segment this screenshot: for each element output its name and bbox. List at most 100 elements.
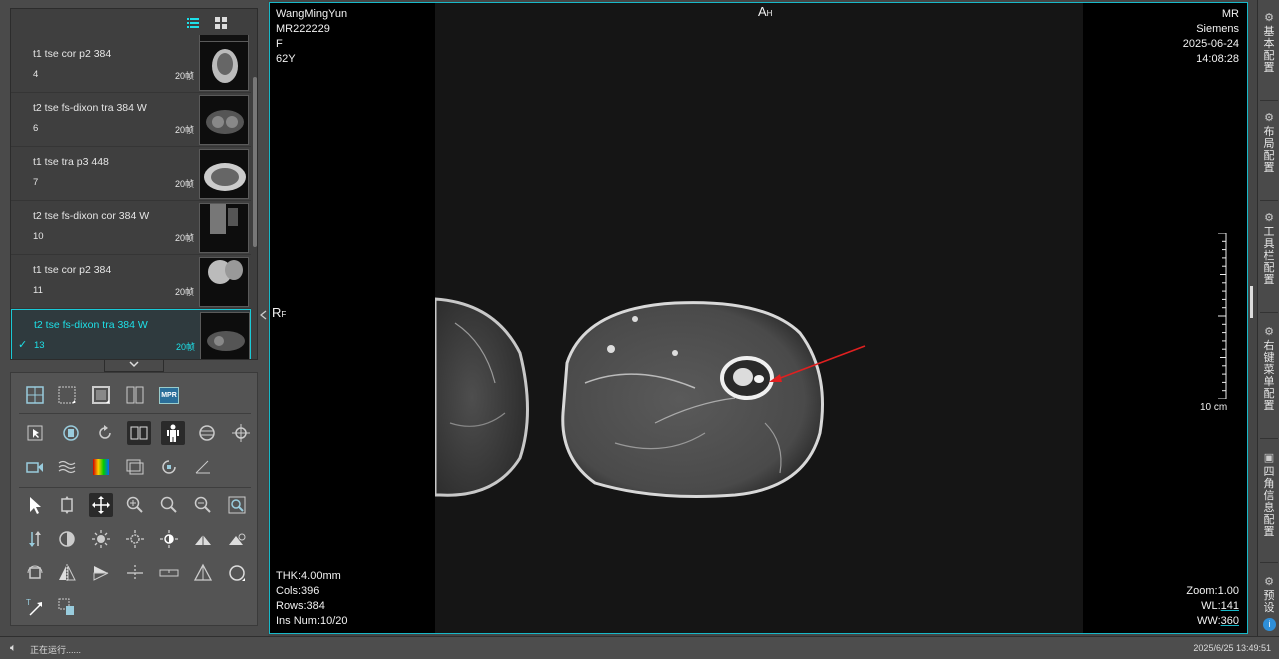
- body-orientation-tool[interactable]: [161, 421, 185, 445]
- move-tool[interactable]: [89, 493, 113, 517]
- angle-tool[interactable]: [191, 455, 215, 479]
- tab-toolbar-config[interactable]: ⚙ 工具栏配置: [1258, 212, 1279, 286]
- video-tool[interactable]: [23, 455, 47, 479]
- tab-context-menu-config[interactable]: ⚙ 右键菜单配置: [1258, 326, 1279, 412]
- zoom-tool[interactable]: [157, 493, 181, 517]
- cine-tool[interactable]: [59, 421, 83, 445]
- slice-thickness: THK:4.00mm: [276, 570, 341, 582]
- zoom-region-tool[interactable]: [225, 493, 249, 517]
- contrast-icon: [59, 531, 75, 547]
- series-item[interactable]: t2 tse fs-dixon cor 384 W 10 20帧: [11, 201, 251, 255]
- tab-corner-info-config[interactable]: ▣ 四角信息配置: [1258, 452, 1279, 538]
- crosshair-icon: [232, 424, 250, 442]
- chevron-down-icon: [129, 361, 139, 368]
- tab-layout-config[interactable]: ⚙ 布局配置: [1258, 112, 1279, 174]
- viewport-scrollbar[interactable]: [1250, 286, 1253, 318]
- tab-basic-config[interactable]: ⚙ 基本配置: [1258, 12, 1279, 74]
- mountain-alt-tool[interactable]: [225, 527, 249, 551]
- invert-tool[interactable]: [55, 527, 79, 551]
- mountain-icon: [195, 535, 211, 545]
- list-view-icon[interactable]: [187, 17, 199, 29]
- mirror-icon: [59, 564, 76, 582]
- series-item[interactable]: t2 tse fs-dixon tra 384 W 6 20帧: [11, 93, 251, 147]
- series-thumbnail[interactable]: [199, 149, 249, 199]
- info-icon[interactable]: i: [1263, 618, 1276, 631]
- ww-value[interactable]: 360: [1221, 615, 1239, 627]
- reference-line-tool[interactable]: [123, 561, 147, 585]
- overlay-top-left: WangMingYun MR222229 F 62Y: [276, 7, 347, 67]
- divider: [1260, 100, 1278, 101]
- wl-value[interactable]: 141: [1221, 600, 1239, 612]
- rotate-tool[interactable]: [157, 455, 181, 479]
- mpr-icon: MPR: [159, 386, 179, 404]
- angle-icon: [195, 460, 210, 474]
- series-list-scrollbar[interactable]: [253, 77, 257, 247]
- text-arrow-tool[interactable]: T: [23, 595, 47, 619]
- zoom-in-icon: [126, 496, 143, 513]
- right-config-sidebar: ⚙ 基本配置 ⚙ 布局配置 ⚙ 工具栏配置 ⚙ 右键菜单配置 ▣ 四角信息配置 …: [1257, 0, 1279, 636]
- series-item[interactable]: t1 tse cor p2 384 4 20帧: [11, 39, 251, 93]
- tab-presets[interactable]: ⚙ 预设: [1258, 576, 1279, 614]
- pan-page-tool[interactable]: [55, 493, 79, 517]
- circle-icon: [229, 565, 245, 581]
- series-number: 11: [33, 285, 43, 296]
- reset-tool[interactable]: [93, 421, 117, 445]
- sphere-tool[interactable]: [195, 421, 219, 445]
- flip-horizontal-tool[interactable]: [89, 561, 113, 585]
- window-width: WW:360: [1186, 614, 1239, 629]
- image-viewport[interactable]: WangMingYun MR222229 F 62Y MR Siemens 20…: [269, 2, 1248, 634]
- brightness-tool[interactable]: [89, 527, 113, 551]
- wave-tool[interactable]: [55, 455, 79, 479]
- collapse-series-panel-button[interactable]: [104, 360, 164, 372]
- mountain-gear-icon: [229, 533, 246, 545]
- flip-tool[interactable]: [23, 527, 47, 551]
- series-frame-count: 20帧: [175, 179, 195, 189]
- mri-image[interactable]: [433, 3, 1083, 633]
- triangle-icon: [193, 563, 213, 581]
- series-thumbnail[interactable]: [199, 95, 249, 145]
- selected-check-icon: ✓: [18, 339, 28, 351]
- sphere-lines-icon: [199, 425, 215, 441]
- speaker-icon[interactable]: 🔈︎: [10, 642, 17, 655]
- series-thumbnail[interactable]: [199, 41, 249, 91]
- person-icon: [167, 424, 179, 442]
- grid-layout-tool[interactable]: [23, 383, 47, 407]
- crosshair-tool[interactable]: [229, 421, 253, 445]
- ellipse-tool[interactable]: [225, 561, 249, 585]
- status-datetime: 2025/6/25 13:49:51: [1193, 643, 1271, 653]
- series-panel: t1 tse cor p2 384 4 20帧 t2 tse fs-dixon …: [10, 8, 258, 360]
- select-tool[interactable]: [23, 493, 47, 517]
- grid-view-icon[interactable]: [215, 17, 227, 29]
- series-thumbnail[interactable]: [199, 257, 249, 307]
- zoom-out-tool[interactable]: [191, 493, 215, 517]
- series-item[interactable]: t1 tse cor p2 384 11 20帧: [11, 255, 251, 309]
- series-thumbnail[interactable]: [199, 203, 249, 253]
- triangle-tool[interactable]: [191, 561, 215, 585]
- mountain-tool[interactable]: [191, 527, 215, 551]
- mirror-tool[interactable]: [55, 561, 79, 585]
- color-map-tool[interactable]: [89, 455, 113, 479]
- rotate-frame-tool[interactable]: [23, 561, 47, 585]
- series-thumbnail[interactable]: [200, 312, 250, 359]
- series-item-selected[interactable]: ✓ t2 tse fs-dixon tra 384 W 13 20帧: [11, 309, 251, 359]
- single-layout-tool[interactable]: [55, 383, 79, 407]
- zoom-in-tool[interactable]: [123, 493, 147, 517]
- series-item[interactable]: t1 tse tra p3 448 7 20帧: [11, 147, 251, 201]
- ruler-tool[interactable]: [157, 561, 181, 585]
- collapse-left-panel-icon[interactable]: [259, 310, 267, 323]
- divider: [19, 487, 251, 488]
- series-frame-count: 20帧: [175, 287, 195, 297]
- window-level-tool[interactable]: [123, 527, 147, 551]
- auto-window-tool[interactable]: [157, 527, 181, 551]
- trash-frame-icon: [58, 598, 74, 615]
- patient-age: 62Y: [276, 53, 296, 65]
- frame-layout-tool[interactable]: [89, 383, 113, 407]
- clear-annotations-tool[interactable]: [55, 595, 79, 619]
- mpr-tool[interactable]: MPR: [157, 383, 181, 407]
- split-layout-tool[interactable]: [123, 383, 147, 407]
- patient-id: MR222229: [276, 23, 330, 35]
- page-scroll-icon: [61, 496, 73, 514]
- compare-tool[interactable]: [127, 421, 151, 445]
- pointer-frame-tool[interactable]: [23, 421, 47, 445]
- overlay-tool[interactable]: [123, 455, 147, 479]
